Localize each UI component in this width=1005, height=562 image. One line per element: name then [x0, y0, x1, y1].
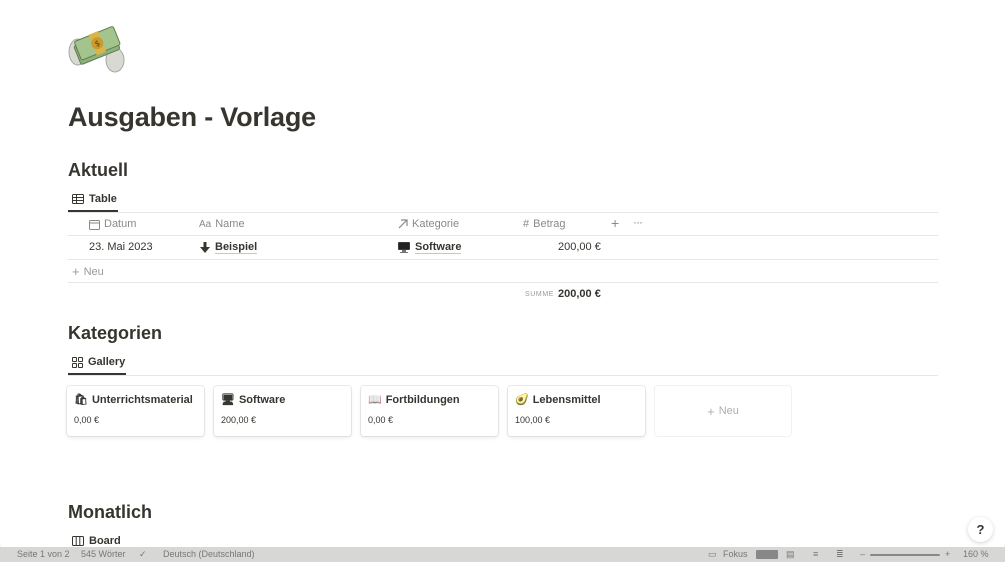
help-button[interactable]: ?	[968, 517, 993, 542]
computer-icon	[398, 242, 410, 253]
print-layout-icon[interactable]	[756, 550, 778, 559]
language[interactable]: Deutsch (Deutschland)	[163, 549, 255, 559]
card-title: Unterrichtsmaterial	[91, 394, 193, 406]
web-layout-icon[interactable]: ▤	[786, 549, 795, 560]
notion-page: $ Ausgaben - Vorlage Aktuell Table Datum…	[0, 0, 1005, 553]
add-card-button[interactable]: + Neu	[655, 386, 791, 436]
gallery-card[interactable]: 📖 Fortbildungen 0,00 €	[361, 386, 498, 436]
section-heading-kategorien[interactable]: Kategorien	[68, 323, 162, 344]
more-options-button[interactable]: ···	[633, 215, 643, 229]
page-title[interactable]: Ausgaben - Vorlage	[68, 102, 316, 133]
card-value: 0,00 €	[368, 415, 394, 425]
board-icon	[72, 536, 84, 546]
card-title: Fortbildungen	[385, 394, 460, 406]
cell-datum[interactable]: 23. Mai 2023	[89, 241, 153, 253]
outline-icon[interactable]: ≡	[813, 549, 818, 559]
section-heading-aktuell[interactable]: Aktuell	[68, 160, 128, 181]
card-value: 0,00 €	[74, 415, 100, 425]
divider	[68, 282, 938, 283]
number-property-icon: #	[523, 218, 530, 230]
zoom-slider[interactable]	[870, 554, 940, 556]
zoom-in-icon[interactable]: +	[945, 549, 950, 559]
column-header-name[interactable]: Aa Name	[199, 218, 245, 230]
open-book-icon: 📖	[368, 393, 382, 406]
status-bar: Seite 1 von 2 545 Wörter ✓ Deutsch (Deut…	[0, 547, 1005, 562]
card-value: 100,00 €	[515, 415, 551, 425]
word-count[interactable]: 545 Wörter	[81, 549, 126, 559]
gallery-icon	[72, 356, 83, 368]
tab-table[interactable]: Table	[68, 187, 121, 211]
column-header-kategorie[interactable]: Kategorie	[398, 218, 459, 230]
sum-value[interactable]: 200,00 €	[558, 288, 601, 300]
card-title: Lebensmittel	[532, 394, 601, 406]
tab-label: Gallery	[88, 356, 126, 368]
computer-icon: 🖥	[221, 393, 235, 406]
tab-gallery[interactable]: Gallery	[68, 350, 129, 374]
gallery-card[interactable]: 🥑 Lebensmittel 100,00 €	[508, 386, 645, 436]
plus-icon: +	[72, 264, 80, 279]
arrow-down-icon	[200, 242, 210, 253]
add-property-button[interactable]: +	[611, 215, 619, 231]
tab-label: Table	[89, 193, 117, 205]
cell-name[interactable]: Beispiel	[200, 241, 258, 254]
zoom-level[interactable]: 160 %	[963, 549, 989, 559]
divider	[68, 259, 938, 260]
focus-label[interactable]: Fokus	[723, 549, 748, 559]
gallery-card[interactable]: 🛍 Unterrichtsmaterial 0,00 €	[67, 386, 204, 436]
page-count[interactable]: Seite 1 von 2	[17, 549, 70, 559]
shopping-bags-icon: 🛍	[74, 393, 88, 406]
cell-betrag[interactable]: 200,00 €	[558, 241, 601, 253]
plus-icon: +	[707, 403, 715, 419]
table-icon	[72, 194, 84, 204]
text-property-icon: Aa	[199, 218, 212, 230]
add-row-button[interactable]: + Neu	[72, 264, 104, 279]
relation-arrow-icon	[398, 219, 408, 229]
column-header-betrag[interactable]: # Betrag	[523, 218, 566, 230]
focus-icon[interactable]: ▭	[708, 549, 717, 560]
draft-icon[interactable]: ≣	[836, 549, 844, 560]
gallery-card[interactable]: 🖥 Software 200,00 €	[214, 386, 351, 436]
cell-kategorie[interactable]: Software	[398, 241, 462, 254]
calendar-icon	[89, 219, 100, 230]
sum-label: SUMME	[525, 291, 555, 298]
divider	[68, 212, 938, 213]
divider	[68, 235, 938, 236]
zoom-out-icon[interactable]: –	[860, 549, 865, 559]
column-header-datum[interactable]: Datum	[89, 218, 136, 230]
proofing-icon[interactable]: ✓	[139, 549, 147, 560]
divider	[68, 375, 938, 376]
tab-label: Board	[89, 535, 121, 547]
money-with-wings-icon[interactable]: $	[68, 22, 126, 74]
avocado-icon: 🥑	[515, 393, 529, 406]
card-value: 200,00 €	[221, 415, 257, 425]
card-title: Software	[238, 394, 286, 406]
section-heading-monatlich[interactable]: Monatlich	[68, 502, 152, 523]
